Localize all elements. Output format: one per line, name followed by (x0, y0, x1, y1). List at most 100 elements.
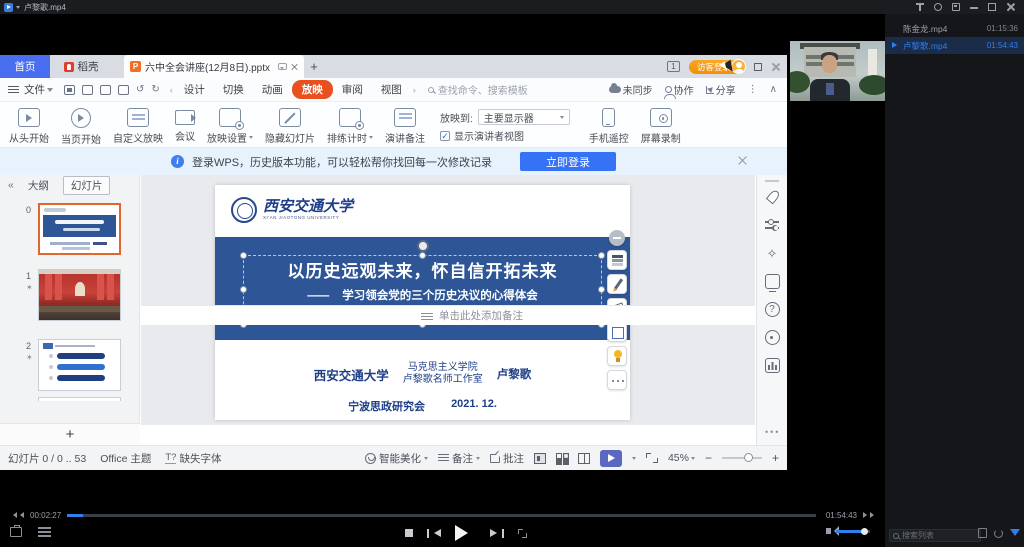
tabs-scroll-right-icon[interactable]: › (411, 85, 418, 95)
volume-icon[interactable] (826, 528, 831, 534)
collapse-ribbon-icon[interactable]: ∧ (770, 84, 777, 95)
login-now-button[interactable]: 立即登录 (520, 152, 616, 171)
menu-tab-design[interactable]: 设计 (175, 82, 214, 97)
playlist-search-input[interactable]: 搜索列表 (889, 529, 981, 542)
new-tab-button[interactable]: + (304, 55, 324, 78)
play-from-start-button[interactable]: 从头开始 (4, 106, 54, 147)
reading-view-button[interactable] (578, 453, 590, 464)
close-document-icon[interactable] (291, 63, 298, 70)
missing-font-label[interactable]: 缺失字体 (179, 451, 221, 466)
zoom-in-button[interactable]: + (772, 451, 779, 465)
custom-show-button[interactable]: 自定义放映 (108, 106, 168, 147)
collapse-toolbar-icon[interactable] (609, 230, 625, 246)
close-icon[interactable] (1006, 3, 1014, 11)
fit-window-icon[interactable] (646, 453, 658, 463)
slide-thumbnail-2[interactable] (38, 339, 121, 391)
command-search-input[interactable]: 查找命令、搜索模板 (428, 82, 528, 97)
forward-icon[interactable] (863, 512, 877, 518)
tab-home[interactable]: 首页 (0, 55, 50, 78)
zoom-slider[interactable] (722, 457, 762, 459)
slide-sorter-view-button[interactable] (556, 453, 568, 464)
hamburger-menu-icon[interactable] (8, 86, 19, 94)
playlist-toggle-icon[interactable] (38, 527, 51, 537)
rehearse-timing-button[interactable]: 排练计时 (322, 106, 378, 147)
idea-bulb-icon[interactable] (607, 346, 627, 366)
comment-icon[interactable] (278, 63, 287, 70)
play-from-current-button[interactable]: 当页开始 (56, 106, 106, 148)
display-target-select[interactable]: 主要显示器 (478, 109, 570, 125)
refresh-icon[interactable] (994, 529, 1003, 538)
menu-tab-animation[interactable]: 动画 (253, 82, 292, 97)
pen-icon[interactable] (607, 274, 627, 294)
sidebar-handle[interactable] (765, 180, 779, 182)
effects-star-icon[interactable]: ✧ (765, 246, 780, 261)
smart-beautify-button[interactable]: 智能美化 (365, 451, 428, 466)
share-button[interactable]: 分享 (706, 82, 736, 97)
comments-button[interactable]: 批注 (490, 451, 524, 466)
notes-bar[interactable]: 单击此处添加备注 (141, 305, 755, 325)
slideshow-play-button[interactable] (600, 450, 622, 467)
minimize-icon[interactable] (970, 3, 978, 11)
new-list-icon[interactable] (978, 528, 987, 538)
print-preview-icon[interactable] (118, 85, 129, 95)
add-slide-button[interactable]: + (0, 423, 140, 445)
rewind-icon[interactable] (10, 512, 24, 518)
screen-record-button[interactable]: 屏幕录制 (636, 106, 686, 147)
stop-icon[interactable] (405, 529, 413, 537)
slide-thumbnail-3-partial[interactable] (38, 397, 121, 401)
menu-tab-slideshow[interactable]: 放映 (292, 80, 333, 99)
tab-document[interactable]: P 六中全会讲座(12月8日).pptx (124, 55, 304, 78)
tabs-scroll-left-icon[interactable]: ‹ (168, 85, 175, 95)
pin-icon[interactable] (916, 3, 924, 11)
next-icon[interactable] (490, 529, 504, 538)
redo-icon[interactable]: ↻ (151, 84, 159, 95)
zoom-out-button[interactable]: − (705, 451, 712, 465)
speaker-notes-button[interactable]: 演讲备注 (380, 106, 430, 147)
play-options-caret-icon[interactable] (632, 457, 636, 462)
collapse-panel-icon[interactable]: « (8, 179, 14, 191)
layers-icon[interactable] (607, 250, 627, 270)
more-options-icon[interactable]: ⋮ (748, 84, 758, 95)
slide-thumbnail-0[interactable] (38, 203, 121, 255)
show-settings-button[interactable]: 放映设置 (202, 106, 258, 147)
location-icon[interactable] (765, 330, 780, 345)
dismiss-notice-icon[interactable] (738, 156, 747, 165)
play-icon[interactable] (455, 525, 476, 541)
presenter-view-checkbox[interactable]: ✓ (440, 131, 450, 141)
menu-tab-review[interactable]: 审阅 (333, 82, 372, 97)
zoom-knob[interactable] (744, 453, 753, 462)
playlist-item[interactable]: 陈金龙.mp4 01:15:36 (885, 20, 1024, 37)
rotate-handle[interactable] (417, 240, 429, 252)
capture-icon[interactable] (952, 3, 960, 11)
save-icon[interactable] (64, 85, 75, 95)
playlist-item-active[interactable]: 卢黎歌.mp4 01:54:43 (885, 37, 1024, 54)
wps-restore-icon[interactable] (754, 63, 762, 71)
seek-bar[interactable] (67, 514, 816, 517)
phone-remote-button[interactable]: 手机遥控 (584, 106, 634, 147)
export-icon[interactable] (82, 85, 93, 95)
collaborate-button[interactable]: 协作 (665, 82, 694, 97)
volume-knob[interactable] (861, 528, 868, 535)
player-menu-caret-icon[interactable] (16, 6, 20, 11)
adjust-sliders-icon[interactable] (765, 218, 780, 233)
more-tools-icon[interactable] (607, 370, 627, 390)
update-badge[interactable]: 1 (667, 61, 680, 72)
notes-button[interactable]: 备注 (438, 451, 480, 466)
menu-tab-view[interactable]: 视图 (372, 82, 411, 97)
undo-icon[interactable]: ↺ (136, 84, 144, 95)
open-file-icon[interactable] (10, 527, 22, 537)
chart-icon[interactable] (765, 358, 780, 373)
file-caret-icon[interactable] (47, 88, 53, 95)
screen-icon[interactable] (765, 274, 780, 289)
sidebar-more-icon[interactable]: ••• (765, 427, 779, 437)
wps-close-icon[interactable] (771, 63, 779, 71)
theme-name[interactable]: Office 主题 (100, 451, 151, 466)
rocket-icon[interactable] (765, 190, 780, 205)
slide-thumbnail-1[interactable] (38, 269, 121, 321)
zoom-level[interactable]: 45% (668, 452, 695, 464)
settings-icon[interactable] (934, 3, 942, 11)
panel-tab-slides[interactable]: 幻灯片 (63, 176, 111, 195)
player-titlebar[interactable]: 卢黎歌.mp4 (0, 0, 1024, 14)
maximize-icon[interactable] (988, 3, 996, 11)
fullscreen-icon[interactable] (518, 529, 527, 538)
